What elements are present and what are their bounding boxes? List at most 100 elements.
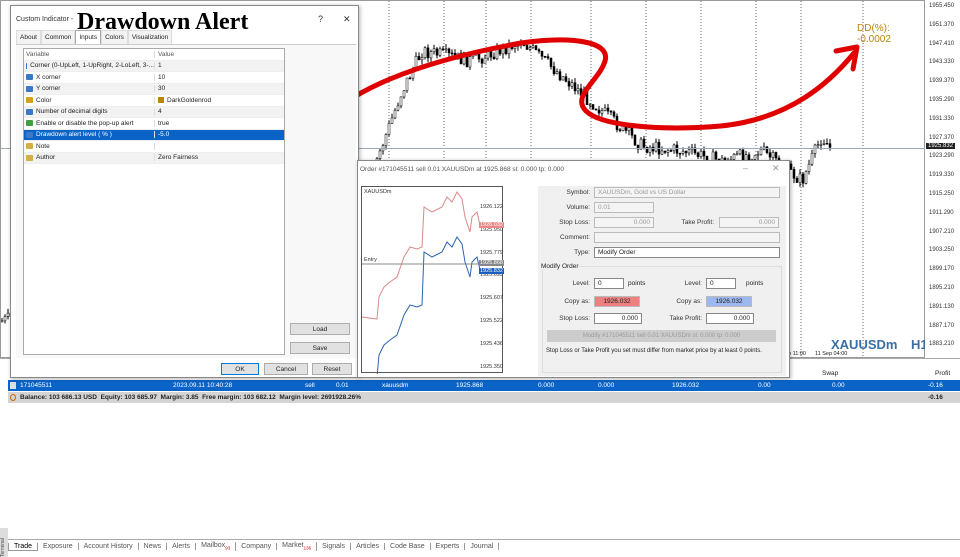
terminal-tab-exposure[interactable]: Exposure — [38, 543, 79, 550]
variable-cell: Author — [24, 154, 155, 162]
value-cell[interactable]: 10 — [155, 74, 165, 81]
input-row[interactable]: X corner 10 — [24, 72, 284, 84]
input-row[interactable]: Note — [24, 141, 284, 153]
stop-loss-input[interactable]: 0.000 — [594, 313, 642, 324]
terminal-tab-market[interactable]: Market136 — [277, 542, 318, 551]
terminal-tab-journal[interactable]: Journal — [465, 543, 500, 550]
balance-icon — [10, 394, 16, 401]
order-row[interactable]: 171045511 2023.09.11 10:40:28 sell 0.01 … — [8, 380, 960, 391]
variable-name: Number of decimal digits — [36, 108, 108, 116]
value-cell[interactable]: 1 — [155, 62, 162, 69]
terminal-tab-company[interactable]: Company — [236, 543, 278, 550]
price-tick: 1907.210 — [929, 228, 955, 235]
group-title: Modify Order — [541, 263, 579, 270]
value-cell[interactable]: 4 — [155, 108, 162, 115]
minimize-icon[interactable]: – — [743, 163, 748, 173]
order-symbol: xauusdm — [382, 382, 409, 389]
price-tick: 1915.250 — [929, 191, 955, 197]
tab-common[interactable]: Common — [41, 30, 76, 44]
input-row[interactable]: Number of decimal digits 4 — [24, 106, 284, 118]
tick-price-label: 1925.779 — [480, 249, 503, 256]
terminal-tabs: Trade Exposure Account History News Alerts Ma… — [8, 539, 960, 553]
variable-value: DarkGoldenrod — [167, 96, 212, 104]
volume-field[interactable]: 0.01 — [594, 202, 654, 213]
tab-label: Alerts — [172, 543, 191, 550]
save-button[interactable]: Save — [290, 342, 350, 354]
take-profit-label: Take Profit: — [669, 315, 702, 322]
value-cell[interactable]: DarkGoldenrod — [155, 97, 211, 104]
symbol-select[interactable]: XAUUSDm, Gold vs US Dollar — [594, 187, 780, 198]
take-profit-input[interactable]: 0.000 — [706, 313, 754, 324]
str-type-icon — [26, 154, 33, 161]
level-left-select[interactable]: 0 — [594, 278, 624, 289]
variable-value: 30 — [158, 85, 166, 93]
stop-loss-label: Stop Loss: — [559, 219, 590, 226]
terminal-tab-signals[interactable]: Signals — [317, 543, 352, 550]
variable-name: Drawdown alert level ( % ) — [36, 131, 112, 139]
copy-as-label: Copy as: — [564, 298, 590, 305]
balance-row: Balance: 103 686.13 USD Equity: 103 685.… — [8, 392, 960, 403]
tab-label: Experts — [435, 543, 460, 550]
input-row[interactable]: Drawdown alert level ( % ) -5.0 — [24, 129, 284, 141]
terminal-tab-trade[interactable]: Trade — [8, 542, 39, 551]
price-tick: 1891.130 — [929, 303, 955, 310]
price-axis[interactable]: 1955.450 1951.370 1947.410 1943.330 1939.370… — [925, 0, 960, 358]
copy-ask-button[interactable]: 1926.032 — [594, 296, 640, 307]
input-row[interactable]: Color DarkGoldenrod — [24, 95, 284, 107]
take-profit-label: Take Profit: — [681, 219, 714, 226]
variable-name: Enable or disable the pop-up alert — [36, 119, 134, 127]
order-tp: 0.000 — [598, 382, 615, 389]
value-cell[interactable]: Zero Fairness — [155, 154, 198, 161]
stop-loss-field[interactable]: 0.000 — [594, 217, 654, 228]
table-header: Variable Value — [24, 49, 284, 61]
terminal-tab-alerts[interactable]: Alerts — [167, 543, 197, 550]
order-type: sell — [305, 382, 315, 389]
terminal-tab-experts[interactable]: Experts — [431, 543, 466, 550]
terminal-tab-news[interactable]: News — [139, 543, 168, 550]
order-ticket: 171045511 — [20, 382, 53, 389]
help-button[interactable]: ? — [318, 14, 323, 24]
load-button[interactable]: Load — [290, 323, 350, 335]
copy-bid-button[interactable]: 1926.032 — [706, 296, 752, 307]
modify-button[interactable]: Modify #171045511 sell 0.01 XAUUSDm sl: … — [547, 330, 776, 342]
balance-summary: Balance: 103 686.13 USD Equity: 103 685.… — [20, 394, 362, 401]
type-select[interactable]: Modify Order — [594, 247, 780, 258]
input-row[interactable]: Corner (0-UpLeft, 1-UpRight, 2-LoLeft, 3… — [24, 60, 284, 72]
terminal-tab-code-base[interactable]: Code Base — [385, 543, 431, 550]
value-cell[interactable]: 30 — [155, 85, 165, 92]
terminal-tab-articles[interactable]: Articles — [351, 543, 386, 550]
tab-visualization[interactable]: Visualization — [127, 30, 173, 44]
order-current-price: 1926.032 — [672, 382, 700, 389]
tab-colors[interactable]: Colors — [101, 30, 128, 44]
header-profit: Profit — [935, 370, 951, 377]
num-type-icon — [26, 108, 33, 115]
ok-button[interactable]: OK — [221, 363, 259, 375]
take-profit-field[interactable]: 0.000 — [719, 217, 779, 228]
terminal-tab-mailbox[interactable]: Mailbox93 — [196, 542, 237, 551]
input-row[interactable]: Author Zero Fairness — [24, 152, 284, 164]
input-row[interactable]: Y corner 30 — [24, 83, 284, 95]
cancel-button[interactable]: Cancel — [264, 363, 308, 375]
tab-inputs[interactable]: Inputs — [75, 30, 102, 44]
value-cell[interactable]: true — [155, 120, 169, 127]
dialog-title: Custom Indicator - — [16, 16, 74, 23]
close-icon[interactable]: ✕ — [772, 163, 780, 174]
num-type-icon — [26, 85, 33, 92]
num-type-icon — [26, 74, 33, 81]
close-button[interactable]: ✕ — [343, 14, 351, 25]
comment-field[interactable] — [594, 232, 780, 243]
variable-cell: Y corner — [24, 85, 155, 93]
level-right-select[interactable]: 0 — [706, 278, 736, 289]
terminal-tab-account-history[interactable]: Account History — [79, 543, 139, 550]
color-type-icon — [26, 97, 33, 104]
value-cell[interactable]: -5.0 — [155, 131, 169, 138]
tab-about[interactable]: About — [16, 30, 41, 44]
tab-label: Code Base — [390, 543, 425, 550]
input-row[interactable]: Enable or disable the pop-up alert true — [24, 118, 284, 130]
terminal-side-label: Terminal — [0, 528, 8, 557]
order-swap: 0.00 — [832, 382, 845, 389]
variable-name: Author — [36, 154, 56, 162]
reset-button[interactable]: Reset — [312, 363, 352, 375]
tab-badge: 136 — [303, 545, 312, 551]
current-price-tag: 1925.832 — [926, 143, 956, 149]
